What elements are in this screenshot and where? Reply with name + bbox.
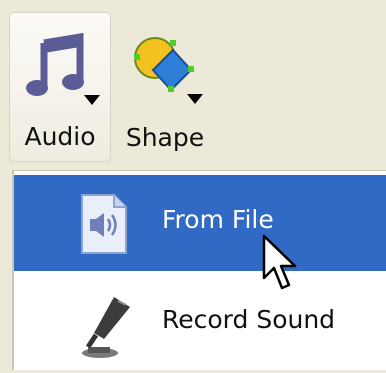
microphone-icon xyxy=(74,293,140,363)
music-note-icon xyxy=(20,29,100,113)
audio-file-icon xyxy=(74,193,134,259)
shape-button[interactable]: Shape xyxy=(116,12,214,162)
menu-item-label: From File xyxy=(162,205,274,234)
menu-item-record-sound[interactable]: Record Sound xyxy=(14,275,386,371)
audio-button[interactable]: Audio xyxy=(9,12,111,162)
menu-item-label: Record Sound xyxy=(162,305,336,334)
shapes-icon xyxy=(125,28,205,112)
audio-dropdown-menu: From File Record Sound xyxy=(12,170,386,370)
shape-label: Shape xyxy=(125,123,205,152)
audio-label: Audio xyxy=(24,122,96,151)
ribbon-group: Audio Shape xyxy=(0,0,386,165)
menu-item-from-file[interactable]: From File xyxy=(14,175,386,271)
mouse-cursor-icon xyxy=(262,234,298,296)
